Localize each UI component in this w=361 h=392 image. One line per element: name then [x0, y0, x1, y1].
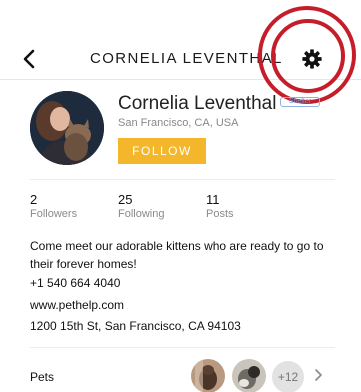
- stat-value: 25: [118, 192, 133, 207]
- stat-following[interactable]: 25 Following: [118, 192, 164, 220]
- stat-label: Followers: [30, 208, 78, 220]
- stat-value: 2: [30, 192, 38, 207]
- phone-number[interactable]: +1 540 664 4040: [30, 276, 120, 290]
- stat-value: 11: [206, 192, 220, 207]
- gear-icon: [302, 49, 322, 69]
- avatar-photo: [30, 91, 104, 165]
- pet-avatar[interactable]: [232, 359, 266, 392]
- pets-see-all-button[interactable]: [313, 368, 323, 382]
- profile-bio: Come meet our adorable kittens who are r…: [30, 239, 324, 271]
- address[interactable]: 1200 15th St, San Francisco, CA 94103: [30, 319, 241, 333]
- pets-label: Pets: [30, 370, 55, 384]
- pet-photo: [232, 359, 266, 392]
- pet-photo: [191, 359, 225, 392]
- more-pets-badge[interactable]: +12: [272, 361, 304, 392]
- profile-name: Cornelia Leventhal: [118, 93, 277, 114]
- pet-avatar[interactable]: [191, 359, 225, 392]
- website-link[interactable]: www.pethelp.com: [30, 298, 124, 312]
- settings-button[interactable]: [301, 48, 323, 70]
- stat-label: Following: [118, 208, 165, 220]
- chevron-left-icon: [23, 49, 35, 69]
- profile-header: CORNELIA LEVENTHAL: [0, 38, 361, 80]
- back-button[interactable]: [18, 46, 42, 72]
- follow-button[interactable]: FOLLOW: [118, 138, 206, 164]
- chevron-right-icon: [315, 369, 322, 381]
- divider: [30, 347, 335, 348]
- stat-posts[interactable]: 11 Posts: [206, 192, 234, 220]
- stat-label: Posts: [206, 208, 234, 220]
- avatar[interactable]: [30, 91, 104, 165]
- profile-location: San Francisco, CA, USA: [118, 117, 239, 129]
- page-title: CORNELIA LEVENTHAL: [90, 50, 283, 67]
- divider: [30, 179, 335, 180]
- stat-followers[interactable]: 2 Followers: [30, 192, 77, 220]
- shelter-badge: Shelter: [280, 97, 320, 107]
